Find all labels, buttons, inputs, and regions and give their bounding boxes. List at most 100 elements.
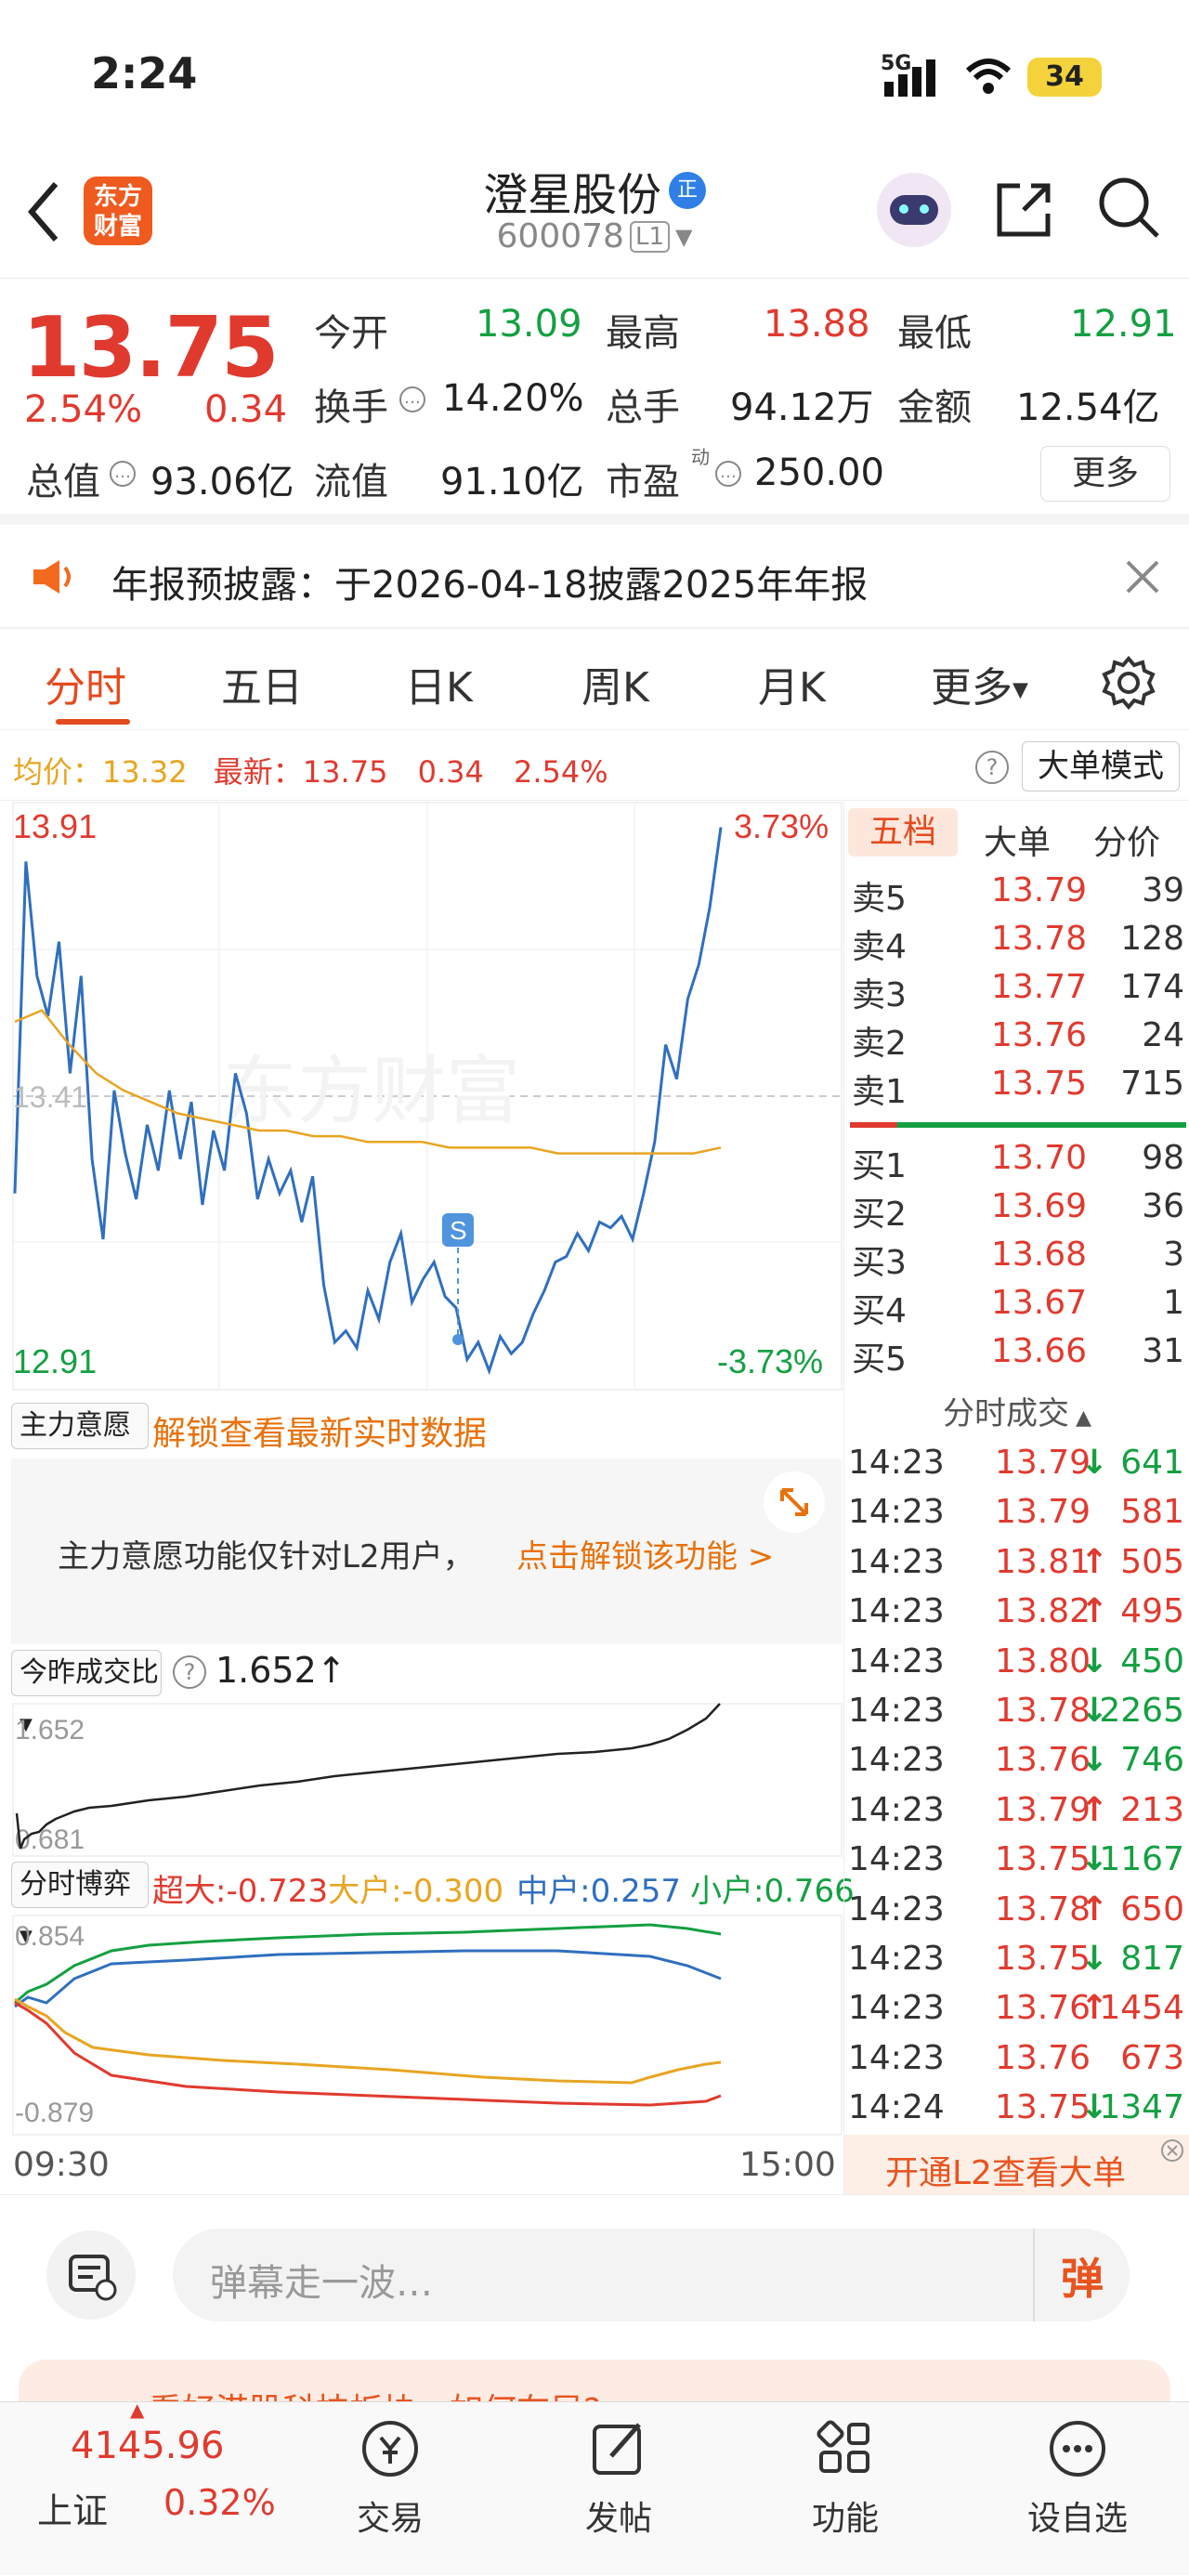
bid-row[interactable]: 买3 13.68 3 [844,1232,1189,1282]
tick-volume: 495 [1120,1592,1184,1631]
tick-time: 14:23 [848,1989,945,2028]
ask-row[interactable]: 卖2 13.76 24 [844,1013,1189,1063]
tab-daily-k[interactable]: 日K [405,654,473,713]
bid-price: 13.69 [991,1187,1088,1225]
bid-row[interactable]: 买5 13.66 31 [844,1328,1189,1379]
tick-time: 14:23 [848,1641,945,1680]
divider [1033,2229,1035,2321]
tab-weekly-k[interactable]: 周K [581,654,649,713]
apps-grid-icon [817,2420,869,2473]
trade-icon [362,2421,418,2477]
bid-row[interactable]: 买1 13.70 98 [844,1135,1189,1185]
volume-ratio-line [15,1703,721,1850]
info-icon[interactable]: … [110,461,136,487]
ask-row[interactable]: 卖5 13.79 39 [844,868,1189,918]
danmu-input[interactable]: 弹幕走一波… 弹 [173,2229,1130,2321]
danmu-settings-button[interactable] [46,2230,136,2320]
tick-time: 14:23 [848,1493,945,1532]
stock-name: 澄星股份 [482,169,661,221]
bid-row[interactable]: 买2 13.69 36 [844,1183,1189,1234]
tick-time: 14:23 [848,1444,945,1482]
help-icon[interactable]: ? [173,1655,206,1689]
tab-five-levels[interactable]: 五档 [848,808,958,856]
stock-code-selector[interactable]: 600078 L1 ▼ [497,217,693,255]
game-bottom: -0.879 [15,2098,94,2128]
volume-ratio-value: 1.652 [216,1650,317,1691]
caret-down-icon: ▼ [1013,678,1028,702]
intraday-game-label: 分时博弈 [20,1868,131,1901]
tick-direction-arrow: ↑ [1080,1542,1109,1581]
volume-ratio-chart[interactable]: 1.652 0.681 [0,1702,843,1858]
help-icon[interactable]: ? [975,751,1009,784]
nav-functions[interactable]: 功能 [790,2402,901,2576]
l2-promo[interactable]: 开通L2查看大单 [844,2135,1189,2194]
ask-row[interactable]: 卖4 13.78 128 [844,916,1189,966]
nav-add-watchlist[interactable]: 设自选 [1013,2402,1143,2576]
unlock-link[interactable]: 点击解锁该功能 > [516,1531,774,1576]
verified-badge: 正 [669,172,706,209]
volume-ratio-top: 1.652 [15,1715,85,1746]
mid-price-label: 13.41 [13,1080,87,1114]
notice-bar[interactable]: 年报预披露：于2026-04-18披露2025年年报 [0,525,1189,629]
big-order-mode-button[interactable]: 大单模式 [1022,741,1180,791]
ask-row[interactable]: 卖1 13.75 715 [844,1061,1189,1111]
small-value: 0.766 [764,1873,855,1910]
tick-row: 14:23 13.81 ↑ 505 [844,1539,1189,1589]
intraday-game-selector[interactable]: 分时博弈 ▼ [11,1862,149,1946]
ask-volume: 174 [1120,968,1184,1006]
close-icon[interactable] [1160,2138,1184,2163]
tick-volume: 1454 [1099,1989,1184,2028]
mcap-value: 93.06亿 [150,461,294,503]
marker-point [452,1334,464,1345]
main-intent-locked-panel: 主力意愿功能仅针对L2用户， 点击解锁该功能 > [11,1458,842,1644]
ticks-header[interactable]: 分时成交 ▲ [844,1388,1189,1433]
main-intent-selector[interactable]: 主力意愿 ▼ [11,1403,149,1487]
tab-more[interactable]: 更多▼ [931,654,1028,713]
tab-5day[interactable]: 五日 [221,654,303,713]
share-icon[interactable] [990,177,1057,243]
big-value: -0.300 [401,1873,504,1910]
info-icon[interactable]: … [715,461,741,487]
assistant-avatar[interactable] [877,173,951,247]
danmu-send-icon[interactable]: 弹 [1061,2245,1104,2307]
big-holder-line [14,1997,722,2085]
battery-icon: 34 [1027,58,1102,97]
intraday-price-chart[interactable]: 东方财富 S 13.91 12.91 13.41 3.73% -3.73% [0,801,843,1395]
tick-row: 14:23 13.79 ↑ 213 [844,1787,1189,1837]
quote-panel: 13.75 2.54% 0.34 今开 13.09 最高 13.88 最低 12… [0,279,1189,525]
top-price-label: 13.91 [13,807,97,845]
tick-price: 13.81 [995,1542,1091,1581]
tick-volume: 505 [1120,1542,1184,1581]
tick-price: 13.76 [995,1741,1091,1780]
pe-label: 市盈 [606,461,680,503]
volume-ratio-selector[interactable]: 今昨成交比 ▼ [11,1650,162,1734]
game-top: 0.854 [15,1921,85,1952]
low-label: 最低 [897,312,972,355]
bid-label: 买5 [852,1340,907,1379]
settings-gear-icon[interactable] [1102,656,1156,710]
more-button[interactable]: 更多 [1040,446,1170,502]
search-icon[interactable] [1096,175,1163,242]
index-ticker[interactable]: ▲ 4145.96 上证 0.32% [0,2399,279,2576]
intraday-game-legend: 超大:-0.723大户:-0.300 中户:0.257 小户:0.766 [152,1865,855,1911]
nav-post[interactable]: 发帖 [563,2402,674,2576]
main-intent-lock-text[interactable]: 解锁查看最新实时数据 [152,1406,487,1455]
tick-volume: 746 [1120,1741,1184,1780]
level-badge: L1 [629,220,670,253]
bid-row[interactable]: 买4 13.67 1 [844,1280,1189,1330]
tick-volume: 673 [1120,2038,1184,2077]
tab-intraday[interactable]: 分时 [45,654,126,713]
info-icon[interactable]: … [399,386,425,412]
intraday-game-chart[interactable]: 0.854 -0.879 [0,1914,843,2137]
ask-row[interactable]: 卖3 13.77 174 [844,964,1189,1014]
tab-monthly-k[interactable]: 月K [758,654,826,713]
nav-trade[interactable]: 交易 [334,2402,446,2576]
close-icon[interactable] [1124,558,1161,595]
tab-price-dist[interactable]: 分价 [1093,816,1160,864]
change-pct: 2.54% [24,388,143,431]
tick-row: 14:23 13.78 ↑ 650 [844,1887,1189,1936]
status-time: 2:24 [91,48,198,98]
tab-big-orders[interactable]: 大单 [984,816,1051,864]
expand-icon[interactable] [764,1471,825,1533]
ask-price: 13.79 [991,871,1088,909]
